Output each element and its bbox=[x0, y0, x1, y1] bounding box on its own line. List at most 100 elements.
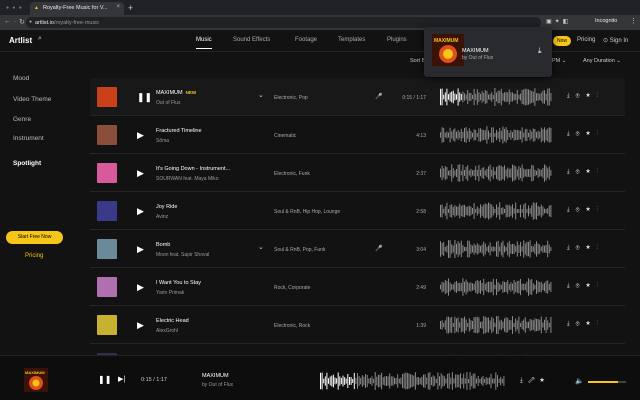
sidebar-item-spotlight[interactable]: Spotlight bbox=[13, 160, 41, 167]
track-title[interactable]: Bomb bbox=[156, 242, 170, 248]
play-icon[interactable]: ▶ bbox=[137, 167, 144, 179]
track-waveform[interactable] bbox=[440, 316, 552, 334]
stems-icon[interactable]: ⊚ bbox=[576, 283, 586, 289]
chevron-down-icon[interactable]: ⌄ bbox=[258, 243, 264, 251]
forward-icon[interactable]: → bbox=[11, 18, 18, 25]
nav-footage[interactable]: Footage bbox=[295, 37, 317, 43]
track-artist[interactable]: SOURWAN feat. Maya Miko bbox=[156, 176, 219, 182]
more-icon[interactable]: ⋮ bbox=[596, 93, 604, 99]
pause-icon[interactable]: ❚❚ bbox=[137, 91, 152, 103]
player-waveform[interactable] bbox=[320, 372, 505, 390]
track-artist[interactable]: Out of Flux bbox=[156, 100, 180, 106]
track-row[interactable]: ▶ Joy Ride Avinz Soul & RnB, Hip Hop, Loung… bbox=[90, 192, 625, 230]
sidebar-item-genre[interactable]: Genre bbox=[13, 116, 31, 123]
volume-slider[interactable] bbox=[588, 381, 626, 383]
favorite-icon[interactable]: ★ bbox=[586, 321, 597, 327]
window-controls[interactable]: ● ● ● bbox=[6, 5, 23, 11]
track-genres[interactable]: Electronic, Funk bbox=[274, 171, 310, 177]
track-title[interactable]: MAXIMUM NEW bbox=[156, 90, 196, 96]
next-track-icon[interactable]: ▶| bbox=[118, 375, 125, 383]
download-icon[interactable]: ⤓ bbox=[567, 131, 576, 137]
header-pricing-link[interactable]: Pricing bbox=[577, 37, 595, 43]
album-cover[interactable] bbox=[97, 277, 117, 297]
play-icon[interactable]: ▶ bbox=[137, 281, 144, 293]
reload-icon[interactable]: ↻ bbox=[19, 18, 25, 26]
favorite-icon[interactable]: ★ bbox=[586, 169, 597, 175]
favorite-icon[interactable]: ★ bbox=[586, 207, 597, 213]
stems-icon[interactable]: ⊚ bbox=[576, 245, 586, 251]
start-now-button[interactable]: Now bbox=[553, 36, 571, 46]
stems-icon[interactable]: ⊚ bbox=[576, 169, 586, 175]
browser-menu-icon[interactable]: ⋮ bbox=[630, 17, 637, 25]
track-waveform[interactable] bbox=[440, 88, 552, 106]
album-cover[interactable] bbox=[97, 163, 117, 183]
start-free-button[interactable]: Start Free Now bbox=[6, 231, 63, 244]
play-icon[interactable]: ▶ bbox=[137, 129, 144, 141]
track-waveform[interactable] bbox=[440, 278, 552, 296]
browser-tab[interactable]: ▲ Royalty-Free Music for V... × bbox=[30, 2, 124, 15]
sidebar-item-instrument[interactable]: Instrument bbox=[13, 135, 44, 142]
pause-icon[interactable]: ❚❚ bbox=[98, 375, 111, 384]
album-cover[interactable] bbox=[97, 315, 117, 335]
favorite-icon[interactable]: ★ bbox=[586, 93, 597, 99]
sort-dropdown[interactable]: Sort B bbox=[410, 58, 425, 64]
duration-dropdown[interactable]: Any Duration ⌄ bbox=[583, 58, 621, 64]
back-icon[interactable]: ← bbox=[4, 18, 11, 25]
more-icon[interactable]: ⋮ bbox=[596, 131, 604, 137]
track-genres[interactable]: Rock, Corporate bbox=[274, 285, 310, 291]
more-icon[interactable]: ⋮ bbox=[596, 169, 604, 175]
track-waveform[interactable] bbox=[440, 202, 552, 220]
new-tab-button[interactable]: + bbox=[128, 3, 133, 13]
track-waveform[interactable] bbox=[440, 164, 552, 182]
download-icon[interactable]: ⤓ bbox=[567, 93, 576, 99]
track-title[interactable]: Joy Ride bbox=[156, 204, 177, 210]
track-artist[interactable]: Yarin Primak bbox=[156, 290, 184, 296]
download-icon[interactable]: ⤓ bbox=[538, 46, 542, 56]
track-genres[interactable]: Soul & RnB, Pop, Funk bbox=[274, 247, 325, 253]
track-row[interactable]: ▶ Bomb Moon feat. Sapir Shoval ⌄ Soul & RnB,… bbox=[90, 230, 625, 268]
track-waveform[interactable] bbox=[440, 126, 552, 144]
track-artist[interactable]: AlexGrohl bbox=[156, 328, 178, 334]
more-icon[interactable]: ⋮ bbox=[596, 283, 604, 289]
play-icon[interactable]: ▶ bbox=[137, 319, 144, 331]
track-genres[interactable]: Electronic, Rock bbox=[274, 323, 310, 329]
favorite-icon[interactable]: ★ bbox=[539, 377, 549, 384]
sign-in-link[interactable]: ⊙ Sign In bbox=[603, 37, 628, 44]
download-icon[interactable]: ⤓ bbox=[567, 169, 576, 175]
stems-icon[interactable]: ⊚ bbox=[576, 131, 586, 137]
track-title[interactable]: It's Going Down - Instrument... bbox=[156, 166, 230, 172]
more-icon[interactable]: ⋮ bbox=[596, 207, 604, 213]
download-icon[interactable]: ⤓ bbox=[567, 321, 576, 327]
track-waveform[interactable] bbox=[440, 240, 552, 258]
nav-sound-effects[interactable]: Sound Effects bbox=[233, 37, 270, 43]
favorite-icon[interactable]: ★ bbox=[586, 131, 597, 137]
sidebar-item-video-theme[interactable]: Video Theme bbox=[13, 96, 51, 103]
download-icon[interactable]: ⤓ bbox=[567, 207, 576, 213]
download-icon[interactable]: ⤓ bbox=[520, 377, 528, 384]
sidebar-pricing-link[interactable]: Pricing bbox=[25, 253, 43, 259]
nav-plugins[interactable]: Plugins bbox=[387, 37, 407, 43]
share-icon[interactable]: ⇗ bbox=[528, 377, 540, 384]
play-icon[interactable]: ▶ bbox=[137, 205, 144, 217]
album-cover[interactable] bbox=[97, 87, 117, 107]
favorite-icon[interactable]: ★ bbox=[586, 283, 597, 289]
more-icon[interactable]: ⋮ bbox=[596, 321, 604, 327]
album-cover[interactable] bbox=[97, 201, 117, 221]
nav-music[interactable]: Music bbox=[196, 37, 212, 49]
download-icon[interactable]: ⤓ bbox=[567, 245, 576, 251]
more-icon[interactable]: ⋮ bbox=[596, 245, 604, 251]
close-tab-icon[interactable]: × bbox=[116, 4, 120, 10]
track-genres[interactable]: Cinematic bbox=[274, 133, 296, 139]
stems-icon[interactable]: ⊚ bbox=[576, 207, 586, 213]
album-cover[interactable] bbox=[97, 125, 117, 145]
track-row[interactable]: ▶ Electric Head AlexGrohl Electronic, Rock 1… bbox=[90, 306, 625, 344]
incognito-label[interactable]: Incognito bbox=[595, 18, 617, 24]
sidebar-item-mood[interactable]: Mood bbox=[13, 75, 29, 82]
chevron-down-icon[interactable]: ⌄ bbox=[258, 91, 264, 99]
nav-templates[interactable]: Templates bbox=[338, 37, 365, 43]
track-genres[interactable]: Electronic, Pop bbox=[274, 95, 308, 101]
volume-icon[interactable]: 🔈 bbox=[575, 377, 584, 385]
track-title[interactable]: I Want You to Stay bbox=[156, 280, 201, 286]
artlist-logo[interactable]: Artlist bbox=[9, 36, 32, 45]
stems-icon[interactable]: ⊚ bbox=[576, 321, 586, 327]
